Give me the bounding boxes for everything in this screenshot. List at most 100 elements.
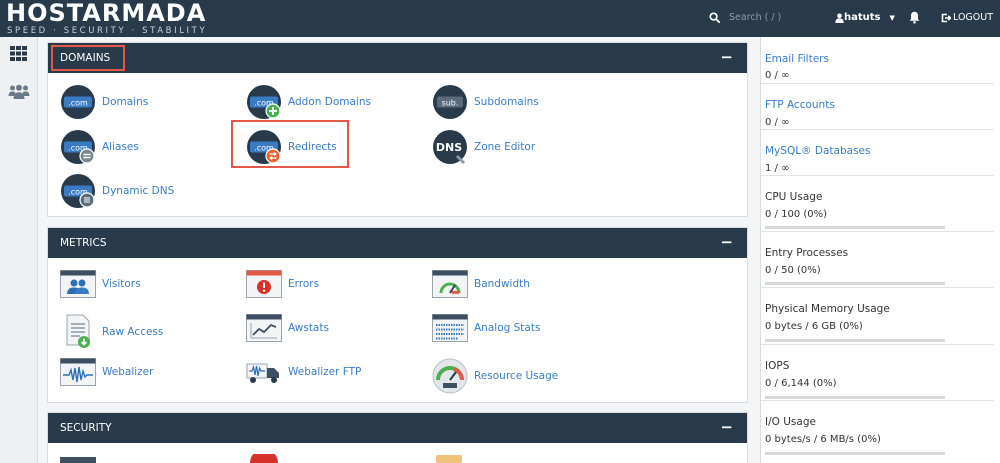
stat-physical-memory: Physical Memory Usage 0 bytes / 6 GB (0%… [761,288,994,345]
security-panel: SECURITY − [47,412,748,463]
stat-email-filters: Email Filters 0 / ∞ [761,37,994,84]
domains-link[interactable]: .com Domains [60,84,148,120]
security-item-icon [60,457,96,463]
item-label: Visitors [102,278,141,290]
tools-nav-button[interactable] [10,46,27,64]
stat-label: Physical Memory Usage [765,303,890,315]
security-panel-header[interactable]: SECURITY − [48,413,747,443]
search-input[interactable]: Search ( / ) [729,12,781,23]
collapse-icon[interactable]: − [720,48,733,66]
item-label: Analog Stats [474,322,541,334]
logout-button[interactable]: LOGOUT [941,12,993,23]
item-label: Webalizer [102,366,154,378]
stat-label[interactable]: Email Filters [765,53,829,65]
stat-value: 1 / ∞ [765,163,790,174]
awstats-link[interactable]: Awstats [246,314,329,342]
com-equals-icon: .com [61,130,95,164]
svg-text:DNS: DNS [436,141,462,154]
item-label: Subdomains [474,96,539,108]
dynamic-dns-link[interactable]: .com Dynamic DNS [60,173,174,209]
stat-value: 0 / 6,144 (0%) [765,378,837,389]
stat-ftp-accounts: FTP Accounts 0 / ∞ [761,84,994,130]
brand-name: HOSTARMADA [6,0,207,27]
stat-label: Entry Processes [765,247,849,259]
resource-usage-icon [432,358,468,394]
domains-panel-header[interactable]: DOMAINS − [48,43,747,73]
webalizer-ftp-icon [246,363,279,383]
webalizer-ftp-link[interactable]: Webalizer FTP [246,358,361,386]
search-box[interactable]: Search ( / ) [709,12,781,23]
item-label: Zone Editor [474,141,536,153]
brand-logo[interactable]: HOSTARMADA SPEED · SECURITY · STABILITY [6,0,208,37]
usage-bar [765,226,945,229]
stat-value: 0 bytes/s / 6 MB/s (0%) [765,434,881,445]
item-label: Awstats [288,322,329,334]
user-menu[interactable]: hatuts ▼ [835,12,895,23]
stat-value: 0 / ∞ [765,117,790,128]
analog-stats-link[interactable]: Analog Stats [432,314,540,342]
logout-icon [941,13,951,22]
stat-value: 0 / ∞ [765,70,790,81]
svg-text:sub.: sub. [442,98,459,107]
errors-icon [246,270,282,298]
security-item-icon [436,455,462,463]
com-icon: .com [61,85,95,119]
stat-label: IOPS [765,360,790,372]
stat-entry-processes: Entry Processes 0 / 50 (0%) [761,232,994,288]
visitors-icon [60,270,96,298]
metrics-panel: METRICS − Visitors Errors Bandwidth Raw … [47,227,748,403]
subdomains-link[interactable]: sub. Subdomains [432,84,539,120]
top-bar: HOSTARMADA SPEED · SECURITY · STABILITY … [0,0,1000,37]
errors-link[interactable]: Errors [246,270,319,298]
notifications-button[interactable] [909,11,920,27]
stat-label[interactable]: MySQL® Databases [765,145,870,157]
collapse-icon[interactable]: − [720,418,733,436]
security-title: SECURITY [60,422,112,434]
security-item-icon [250,454,278,463]
left-rail [0,37,38,463]
usage-bar [765,452,945,455]
addon-domains-link[interactable]: .com Addon Domains [246,84,371,120]
metrics-title: METRICS [60,237,107,249]
webalizer-link[interactable]: Webalizer [60,358,153,386]
collapse-icon[interactable]: − [720,233,733,251]
stats-sidebar: Email Filters 0 / ∞ FTP Accounts 0 / ∞ M… [760,37,1000,463]
raw-access-link[interactable]: Raw Access [60,314,163,350]
usage-bar [765,396,945,399]
aliases-link[interactable]: .com Aliases [60,129,139,165]
item-label: Aliases [102,141,139,153]
dns-icon: DNS [433,130,467,164]
analog-stats-icon [432,314,468,342]
domains-panel: DOMAINS − .com Domains .com Addon Domain… [47,42,748,217]
metrics-panel-header[interactable]: METRICS − [48,228,747,258]
stat-value: 0 / 50 (0%) [765,265,821,276]
com-plus-icon: .com [247,85,281,119]
sub-icon: sub. [433,85,467,119]
item-label: Errors [288,278,320,290]
webalizer-icon [60,358,96,386]
resource-usage-link[interactable]: Resource Usage [432,358,558,394]
visitors-link[interactable]: Visitors [60,270,141,298]
redirects-highlight [231,120,349,168]
item-label: Bandwidth [474,278,530,290]
brand-tagline: SPEED · SECURITY · STABILITY [7,26,208,36]
com-network-icon: .com [61,174,95,208]
users-nav-button[interactable] [8,84,30,102]
stat-iops: IOPS 0 / 6,144 (0%) [761,345,994,401]
item-label: Webalizer FTP [288,366,362,378]
domains-title-highlight [51,45,125,71]
bandwidth-link[interactable]: Bandwidth [432,270,530,298]
stat-label[interactable]: FTP Accounts [765,99,835,111]
user-icon [835,13,844,23]
usage-bar [765,282,945,285]
username: hatuts [844,12,881,23]
stat-label: I/O Usage [765,416,816,428]
bandwidth-icon [432,270,468,298]
stat-label: CPU Usage [765,191,823,203]
zone-editor-link[interactable]: DNS Zone Editor [432,129,535,165]
usage-bar [765,339,945,342]
grid-icon [10,46,27,61]
stat-io-usage: I/O Usage 0 bytes/s / 6 MB/s (0%) [761,401,994,463]
item-label: Domains [102,96,149,108]
bell-icon [909,11,920,24]
